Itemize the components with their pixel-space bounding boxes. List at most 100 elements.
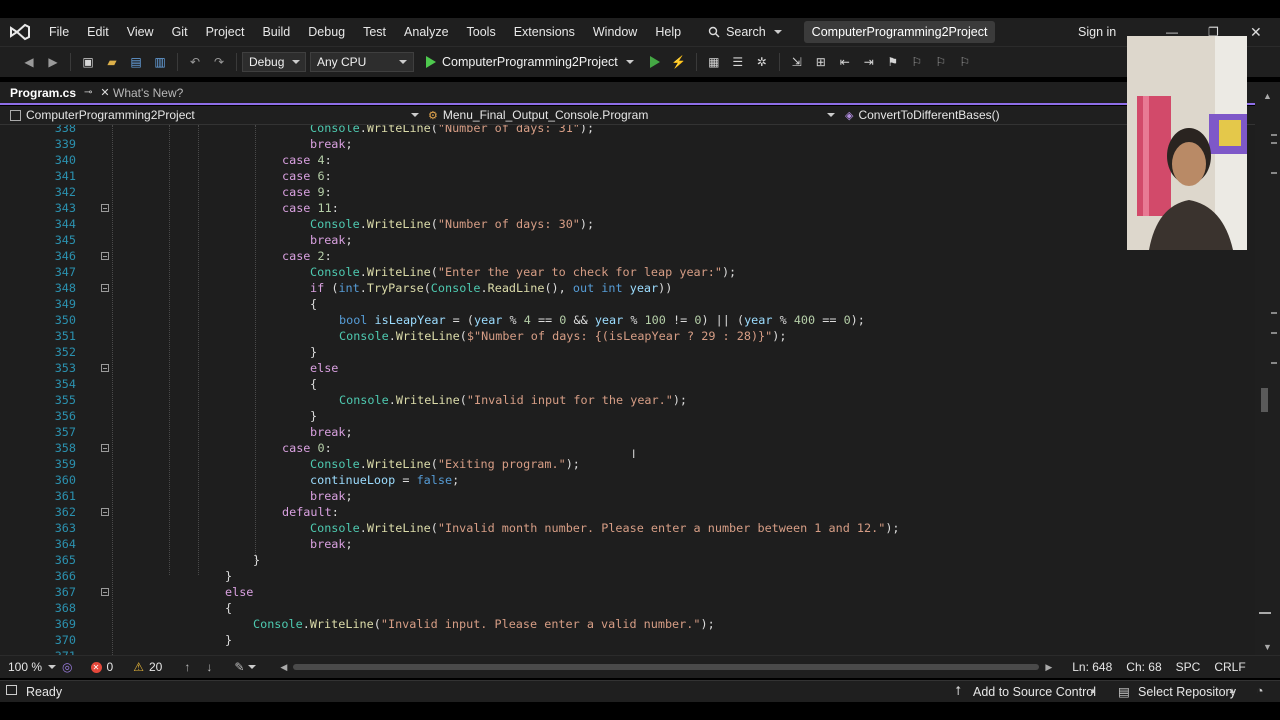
bug-icon[interactable]: ✲ [753, 53, 771, 71]
collapse-icon[interactable] [101, 284, 109, 292]
chevron-down-icon [399, 60, 407, 64]
presenter-video-frame [1127, 36, 1247, 250]
code-editor[interactable]: 338 Console.WriteLine("Number of days: 31… [0, 125, 1255, 655]
collapse-icon[interactable] [101, 444, 109, 452]
collapse-icon[interactable] [101, 588, 109, 596]
zoom-level[interactable]: 100 % [8, 660, 42, 674]
indent-icon[interactable]: ⇤ [836, 53, 854, 71]
menu-extensions[interactable]: Extensions [505, 18, 584, 46]
chevron-down-icon[interactable] [248, 665, 257, 669]
output-window-icon[interactable] [6, 685, 17, 695]
collapse-icon[interactable] [101, 508, 109, 516]
code-line: 354{ [0, 376, 1255, 392]
menu-file[interactable]: File [40, 18, 78, 46]
chevron-up-icon[interactable]: ▲ [1263, 91, 1272, 101]
solution-config-dropdown[interactable]: Debug [242, 52, 306, 72]
copilot-icon[interactable]: ◎ [62, 660, 72, 674]
browser-link-icon[interactable]: ▦ [705, 53, 723, 71]
chevron-up-icon[interactable]: ▲ [1089, 686, 1097, 695]
chevron-down-icon[interactable]: ▼ [1263, 642, 1272, 652]
column-indicator[interactable]: Ch: 68 [1126, 660, 1161, 674]
chevron-down-icon [773, 30, 782, 34]
save-all-icon[interactable]: ▥ [151, 53, 169, 71]
menu-test[interactable]: Test [354, 18, 395, 46]
code-line: 359 Console.WriteLine("Exiting program.")… [0, 456, 1255, 472]
line-ending-indicator[interactable]: CRLF [1214, 660, 1245, 674]
next-bookmark-icon[interactable]: ⚐ [908, 53, 926, 71]
play-icon [426, 56, 436, 68]
new-project-icon[interactable]: ▣ [79, 53, 97, 71]
start-debugging-button[interactable]: ComputerProgramming2Project [420, 55, 640, 69]
vertical-scrollbar[interactable]: ▲ ▼ [1255, 82, 1280, 655]
start-without-debugging-icon[interactable] [646, 53, 664, 71]
code-line: 340 case 4: [0, 152, 1255, 168]
menu-project[interactable]: Project [197, 18, 254, 46]
code-line: 366} [0, 568, 1255, 584]
select-repository[interactable]: Select Repository [1138, 685, 1236, 699]
tab-whats-new[interactable]: What's New? [113, 82, 183, 105]
back-icon[interactable]: ◀ [20, 53, 38, 71]
class-icon: ⚙ [428, 109, 438, 122]
split-icon[interactable] [1259, 612, 1271, 614]
notifications-icon[interactable]: ◔ [1256, 684, 1264, 698]
step-icon[interactable]: ⇲ [788, 53, 806, 71]
open-folder-icon[interactable]: ▰ [103, 53, 121, 71]
add-to-source-control[interactable]: Add to Source Control [973, 685, 1096, 699]
arrow-up-icon[interactable]: ↑ [184, 660, 190, 674]
line-number: 361 [54, 489, 76, 503]
redo-icon[interactable]: ↷ [210, 53, 228, 71]
scroll-left-icon[interactable]: ◀ [280, 662, 287, 673]
pin-icon[interactable]: ⊸ [84, 87, 92, 98]
arrow-down-icon[interactable]: ↓ [206, 660, 212, 674]
sign-in-link[interactable]: Sign in [1078, 18, 1116, 46]
save-icon[interactable]: ▤ [127, 53, 145, 71]
close-icon[interactable]: ✕ [1250, 18, 1262, 46]
menu-view[interactable]: View [118, 18, 163, 46]
warning-icon[interactable]: ⚠ [133, 660, 144, 674]
hot-reload-icon[interactable]: ⚡ [670, 53, 688, 71]
collapse-icon[interactable] [101, 364, 109, 372]
close-icon[interactable]: ✕ [100, 86, 109, 99]
forward-icon[interactable]: ▶ [44, 53, 62, 71]
line-indicator[interactable]: Ln: 648 [1072, 660, 1112, 674]
chevron-down-icon[interactable] [48, 665, 57, 669]
menu-edit[interactable]: Edit [78, 18, 118, 46]
project-dropdown[interactable]: ComputerProgramming2Project [10, 106, 195, 124]
menu-debug[interactable]: Debug [299, 18, 354, 46]
class-dropdown[interactable]: ⚙ Menu_Final_Output_Console.Program [428, 106, 648, 124]
tab-program-cs[interactable]: Program.cs ⊸ ✕ [0, 82, 110, 105]
code-line: 350 bool isLeapYear = (year % 4 == 0 && y… [0, 312, 1255, 328]
horizontal-scrollbar[interactable] [293, 664, 1040, 670]
menu-tools[interactable]: Tools [458, 18, 505, 46]
cleanup-brush-icon[interactable]: ✎ [234, 660, 244, 674]
line-number: 362 [54, 505, 76, 519]
line-number: 355 [54, 393, 76, 407]
scroll-thumb[interactable] [1261, 388, 1268, 412]
menu-git[interactable]: Git [163, 18, 197, 46]
line-number: 341 [54, 169, 76, 183]
arrow-up-icon: ⭡ [955, 684, 961, 698]
format-icon[interactable]: ⊞ [812, 53, 830, 71]
menu-build[interactable]: Build [253, 18, 299, 46]
chevron-up-icon[interactable]: ▲ [1228, 686, 1236, 695]
error-icon[interactable]: ✕ [90, 661, 102, 673]
platform-dropdown[interactable]: Any CPU [310, 52, 414, 72]
code-line: 339 break; [0, 136, 1255, 152]
menu-analyze[interactable]: Analyze [395, 18, 457, 46]
bookmark-icon[interactable]: ⚑ [884, 53, 902, 71]
undo-icon[interactable]: ↶ [186, 53, 204, 71]
whitespace-indicator[interactable]: SPC [1176, 660, 1201, 674]
clear-bookmarks-icon[interactable]: ⚐ [956, 53, 974, 71]
menu-window[interactable]: Window [584, 18, 646, 46]
code-line: 355 Console.WriteLine("Invalid input for … [0, 392, 1255, 408]
collapse-icon[interactable] [101, 252, 109, 260]
search-box[interactable]: Search [698, 25, 792, 39]
menu-help[interactable]: Help [646, 18, 690, 46]
prev-bookmark-icon[interactable]: ⚐ [932, 53, 950, 71]
member-dropdown[interactable]: ◈ ConvertToDifferentBases() [845, 106, 1000, 124]
layout-icon[interactable]: ☰ [729, 53, 747, 71]
outdent-icon[interactable]: ⇥ [860, 53, 878, 71]
collapse-icon[interactable] [101, 204, 109, 212]
webcam-overlay [1127, 36, 1247, 250]
scroll-right-icon[interactable]: ▶ [1045, 662, 1052, 673]
